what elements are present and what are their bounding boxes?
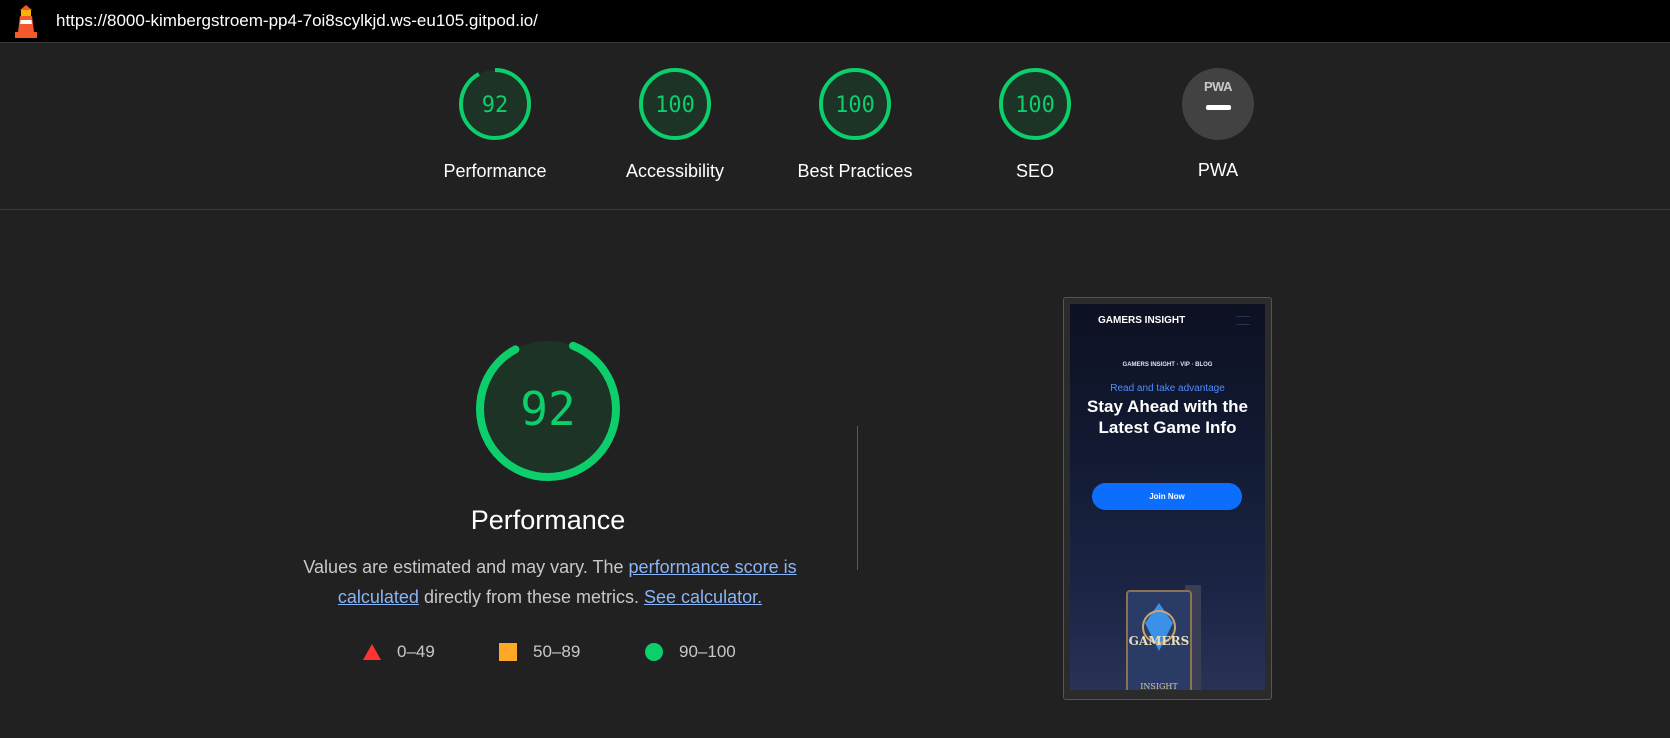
- score-summary: 92 Performance 100 Accessibility 100 Bes…: [0, 43, 1670, 210]
- circle-icon: [645, 643, 663, 661]
- site-subtitle: GAMERS INSIGHT · VIP · BLOG: [1122, 362, 1213, 368]
- book-title: GAMERS: [1129, 634, 1190, 648]
- score-value: 100: [835, 93, 875, 118]
- dash-icon: [1206, 105, 1231, 110]
- site-brand: GAMERS INSIGHT: [1098, 315, 1186, 326]
- gauge-label: Accessibility: [625, 161, 725, 181]
- performance-title: Performance: [470, 505, 626, 535]
- gauge-performance[interactable]: 92 Performance: [415, 67, 575, 182]
- legend-fail: 0–49: [363, 642, 435, 662]
- url-text[interactable]: https://8000-kimbergstroem-pp4-7oi8scylk…: [56, 11, 538, 31]
- triangle-icon: [363, 644, 381, 660]
- pwa-badge-icon: PWA: [1182, 68, 1254, 140]
- menu-icon: [1236, 316, 1250, 325]
- pwa-badge-text: PWA: [1203, 79, 1233, 94]
- gauge-label: Best Practices: [797, 161, 913, 181]
- final-screenshot[interactable]: GAMERS INSIGHT GAMERS INSIGHT · VIP · BL…: [1063, 297, 1272, 700]
- desc-middle: directly from these metrics.: [418, 587, 645, 607]
- gauge-pwa[interactable]: PWA PWA: [1138, 67, 1298, 181]
- join-now-button: Join Now: [1092, 483, 1242, 510]
- score-value: 100: [655, 93, 695, 118]
- book-cover-image: GAMERS INSIGHT: [1126, 585, 1201, 690]
- performance-gauge: 92: [476, 337, 620, 481]
- site-headline: Stay Ahead with the Latest Game Info: [1087, 397, 1248, 437]
- gauge-label: Performance: [443, 161, 547, 181]
- legend-pass: 90–100: [645, 642, 736, 662]
- lighthouse-icon: [15, 5, 37, 38]
- address-bar: https://8000-kimbergstroem-pp4-7oi8scylk…: [0, 0, 1670, 43]
- see-calculator-link[interactable]: See calculator.: [644, 587, 762, 607]
- legend-range: 0–49: [397, 642, 435, 661]
- screenshot-content: GAMERS INSIGHT GAMERS INSIGHT · VIP · BL…: [1070, 304, 1265, 690]
- score-ring: 92: [459, 68, 531, 140]
- score-ring: 100: [819, 68, 891, 140]
- performance-score: 92: [520, 382, 575, 436]
- legend-range: 50–89: [533, 642, 581, 661]
- gauge-label: SEO: [1015, 161, 1054, 181]
- gauge-accessibility[interactable]: 100 Accessibility: [595, 67, 755, 182]
- performance-description: Values are estimated and may vary. The p…: [290, 552, 810, 612]
- site-eyebrow: Read and take advantage: [1110, 383, 1225, 394]
- gauge-seo[interactable]: 100 SEO: [955, 67, 1115, 182]
- score-ring: 100: [639, 68, 711, 140]
- score-ring: 100: [999, 68, 1071, 140]
- square-icon: [499, 643, 517, 661]
- gauge-label: PWA: [1197, 160, 1239, 180]
- legend-average: 50–89: [499, 642, 580, 662]
- legend-range: 90–100: [679, 642, 736, 661]
- score-value: 100: [1015, 93, 1055, 118]
- book-subtitle: INSIGHT: [1140, 682, 1178, 690]
- desc-prefix: Values are estimated and may vary. The: [303, 557, 629, 577]
- score-value: 92: [482, 93, 509, 118]
- gauge-best-practices[interactable]: 100 Best Practices: [775, 67, 935, 182]
- divider: [857, 426, 858, 570]
